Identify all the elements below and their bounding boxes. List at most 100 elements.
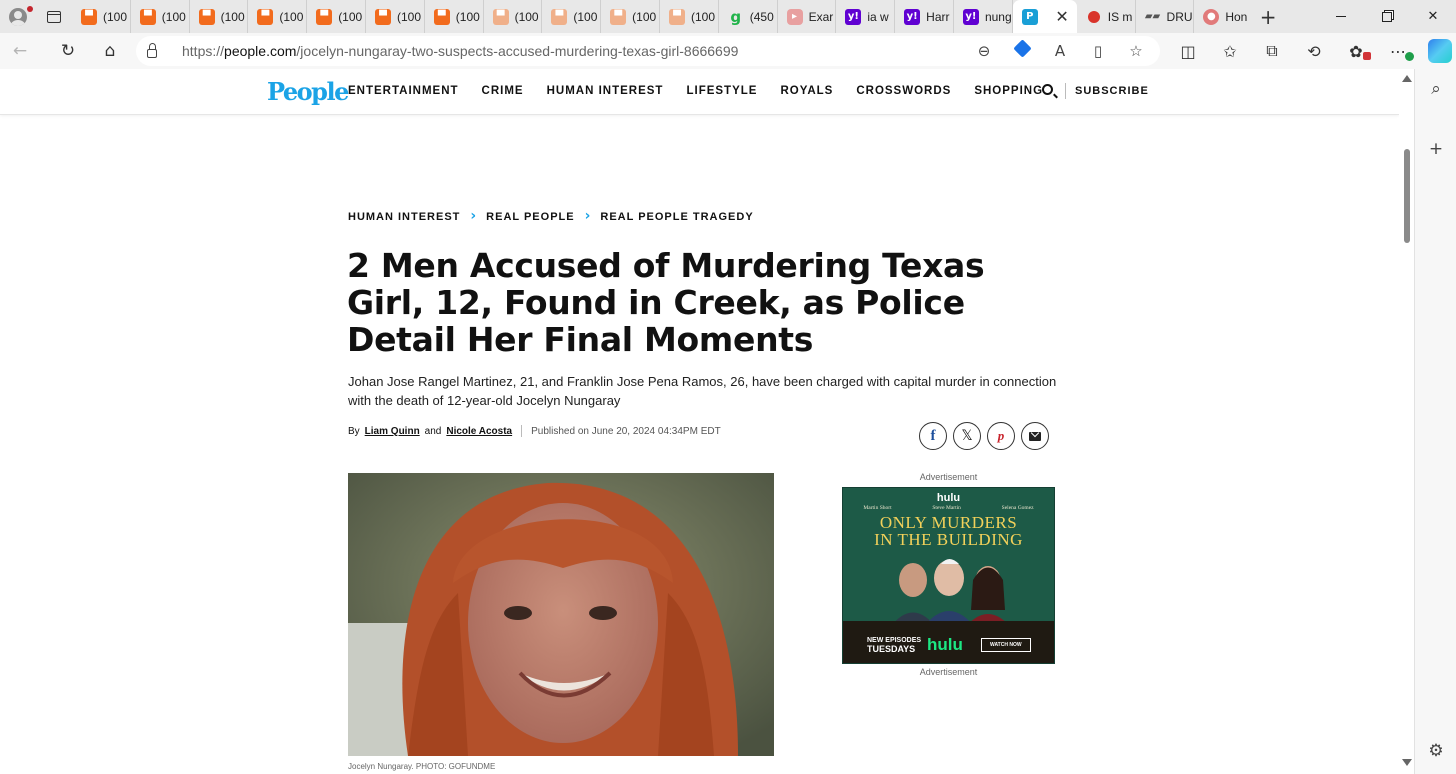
favorites-icon[interactable]: ✩ xyxy=(1209,33,1251,69)
tab-label: (100 xyxy=(279,9,304,24)
substack-icon: ▀ xyxy=(139,8,156,25)
facebook-icon: f xyxy=(930,427,936,444)
ad-cast-name: Steve Martin xyxy=(932,505,961,511)
copilot-icon[interactable] xyxy=(1419,33,1456,69)
ad-label-top: Advertisement xyxy=(919,472,978,482)
browser-tab[interactable]: ● Hon xyxy=(1194,0,1253,33)
browser-tab[interactable]: ▀ (100 xyxy=(190,0,249,33)
nav-shopping[interactable]: SHOPPING xyxy=(974,85,1043,97)
scroll-thumb[interactable] xyxy=(1404,149,1410,243)
breadcrumb-real-people[interactable]: REAL PEOPLE xyxy=(486,211,574,223)
lock-icon[interactable] xyxy=(136,42,168,58)
pinterest-icon: p xyxy=(997,428,1005,443)
more-menu-icon[interactable]: ⋯ xyxy=(1377,33,1419,69)
browser-tab[interactable]: P ✕ xyxy=(1012,0,1077,33)
browser-tab[interactable]: y! nung xyxy=(954,0,1013,33)
breadcrumb-real-people-tragedy[interactable]: REAL PEOPLE TRAGEDY xyxy=(600,211,753,223)
tab-label: (100 xyxy=(455,9,480,24)
shopping-tag-icon[interactable] xyxy=(1004,39,1040,60)
back-button[interactable]: ← xyxy=(0,33,40,69)
mail-icon xyxy=(1029,431,1041,441)
browser-toolbar: ← ↻ ⌂ https://people.com/jocelyn-nungara… xyxy=(0,33,1456,69)
browser-tab[interactable]: ▀ (100 xyxy=(425,0,484,33)
substack-icon: ▀ xyxy=(610,8,627,25)
substack-icon: ▀ xyxy=(433,8,450,25)
people-logo[interactable]: People xyxy=(267,77,349,106)
tab-label: (100 xyxy=(161,9,186,24)
browser-tab[interactable]: ▀ (100 xyxy=(484,0,543,33)
author-link-1[interactable]: Liam Quinn xyxy=(365,426,420,437)
sidebar-add-icon[interactable]: + xyxy=(1415,139,1456,159)
sidebar-search-icon[interactable]: ⌕ xyxy=(1415,79,1456,99)
browser-tab[interactable]: ▀ (100 xyxy=(542,0,602,33)
home-button[interactable]: ⌂ xyxy=(90,33,130,69)
extensions-icon[interactable]: ✿ xyxy=(1335,33,1377,69)
address-bar[interactable]: https://people.com/jocelyn-nungaray-two-… xyxy=(136,36,1160,66)
browser-tab[interactable]: ▀ (100 xyxy=(72,0,131,33)
author-link-2[interactable]: Nicole Acosta xyxy=(446,426,512,437)
nav-crosswords[interactable]: CROSSWORDS xyxy=(856,85,951,97)
browser-tab[interactable]: ▸ Exar xyxy=(778,0,837,33)
nav-entertainment[interactable]: ENTERTAINMENT xyxy=(348,85,459,97)
close-window-button[interactable]: ✕ xyxy=(1410,0,1456,33)
browser-tab[interactable]: ▀ (100 xyxy=(248,0,308,33)
published-date: Published on June 20, 2024 04:34PM EDT xyxy=(531,425,721,437)
hulu-logo: hulu xyxy=(927,635,963,654)
browser-tab[interactable]: y! Harr xyxy=(895,0,954,33)
advertisement-banner[interactable]: hulu Martin Short Steve Martin Selena Go… xyxy=(842,487,1055,664)
browser-tab[interactable]: y! ia w xyxy=(836,0,896,33)
browser-tab[interactable]: ▀ (100 xyxy=(131,0,190,33)
ad-title-line2: IN THE BUILDING xyxy=(874,530,1023,549)
zoom-icon[interactable]: ⊖ xyxy=(966,42,1002,60)
pinterest-share-button[interactable]: p xyxy=(987,422,1015,450)
tab-label: (100 xyxy=(690,9,715,24)
refresh-button[interactable]: ↻ xyxy=(48,33,88,69)
favorite-star-icon[interactable]: ☆ xyxy=(1118,42,1154,60)
email-share-button[interactable] xyxy=(1021,422,1049,450)
breadcrumb-human-interest[interactable]: HUMAN INTEREST xyxy=(348,211,460,223)
sidebar-settings-icon[interactable]: ⚙ xyxy=(1415,741,1456,761)
yahoo-icon: y! xyxy=(962,8,979,25)
tab-label: ia w xyxy=(867,9,889,24)
page-scrollbar[interactable] xyxy=(1399,69,1414,774)
ad-watch-now-button[interactable]: WATCH NOW xyxy=(981,638,1031,652)
maximize-button[interactable] xyxy=(1364,0,1410,33)
split-screen-icon[interactable]: ◫ xyxy=(1167,33,1209,69)
substack-icon: ▀ xyxy=(257,8,274,25)
tab-label: IS m xyxy=(1107,9,1133,24)
scroll-down-arrow[interactable] xyxy=(1402,759,1412,766)
minimize-button[interactable] xyxy=(1318,0,1364,33)
close-tab-icon[interactable]: ✕ xyxy=(1055,7,1068,26)
nav-human-interest[interactable]: HUMAN INTEREST xyxy=(547,85,664,97)
profile-avatar[interactable] xyxy=(0,0,36,33)
substack-icon: ▀ xyxy=(374,8,391,25)
nav-crime[interactable]: CRIME xyxy=(482,85,524,97)
portrait-image xyxy=(348,473,774,756)
browser-tab[interactable]: IS m xyxy=(1077,0,1136,33)
collections-icon[interactable]: ⧉ xyxy=(1251,33,1293,69)
browser-tab[interactable]: ▀ (100 xyxy=(660,0,719,33)
tab-actions-button[interactable] xyxy=(36,0,72,33)
nav-lifestyle[interactable]: LIFESTYLE xyxy=(686,85,757,97)
subscribe-link[interactable]: SUBSCRIBE xyxy=(1075,85,1149,97)
browser-tab[interactable]: ▀ (100 xyxy=(366,0,425,33)
tab-label: (100 xyxy=(396,9,422,24)
url-text[interactable]: https://people.com/jocelyn-nungaray-two-… xyxy=(182,43,738,59)
edge-sidebar: ⌕ + ⚙ xyxy=(1414,69,1456,774)
history-icon[interactable]: ⟲ xyxy=(1293,33,1335,69)
article-photo[interactable] xyxy=(348,473,774,756)
ad-new-episodes: NEW EPISODES TUESDAYS xyxy=(867,637,922,654)
browser-tab[interactable]: ▀ (100 xyxy=(307,0,366,33)
browser-tab[interactable]: g (450 xyxy=(719,0,778,33)
scroll-up-arrow[interactable] xyxy=(1402,75,1412,82)
browser-tab[interactable]: ▰▰ DRU xyxy=(1136,0,1195,33)
nav-royals[interactable]: ROYALS xyxy=(780,85,833,97)
browser-tab[interactable]: ▀ (100 xyxy=(601,0,660,33)
photo-caption: Jocelyn Nungaray. PHOTO: GOFUNDME xyxy=(348,762,496,771)
facebook-share-button[interactable]: f xyxy=(919,422,947,450)
x-share-button[interactable]: 𝕏 xyxy=(953,422,981,450)
read-aloud-icon[interactable]: A xyxy=(1042,42,1078,60)
reader-view-icon[interactable]: ▯ xyxy=(1080,42,1116,60)
search-icon[interactable] xyxy=(1042,84,1053,95)
new-tab-button[interactable]: + xyxy=(1253,5,1283,29)
